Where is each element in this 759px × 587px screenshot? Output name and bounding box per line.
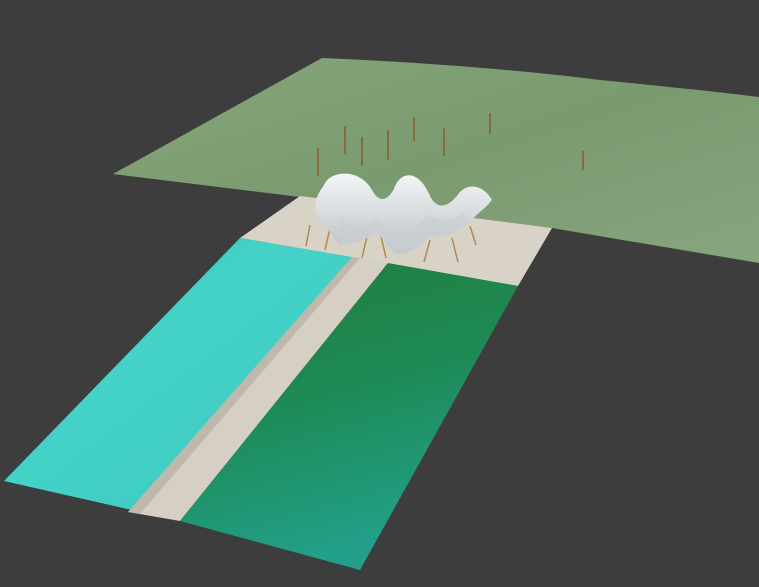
scene-render <box>4 58 759 570</box>
3d-viewport[interactable] <box>0 0 759 587</box>
